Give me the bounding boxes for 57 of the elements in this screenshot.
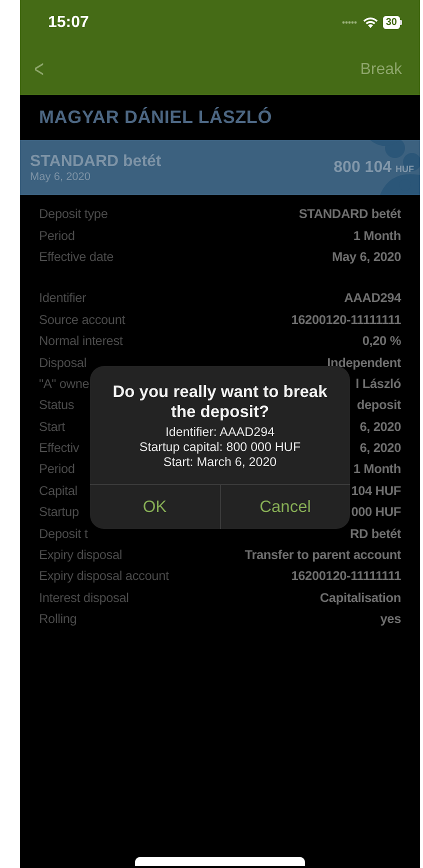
field-value: 16200120-11111111 — [291, 312, 401, 327]
field-label: Status — [39, 397, 74, 412]
field-label: Expiry disposal account — [39, 568, 169, 584]
cancel-button[interactable]: Cancel — [220, 485, 350, 529]
field-value: l László — [356, 376, 401, 391]
field-value: yes — [380, 611, 401, 626]
field-label: Period — [39, 228, 75, 243]
field-label: Effectiv — [39, 440, 80, 456]
field-value: 1 Month — [353, 228, 401, 243]
field-value: 6, 2020 — [360, 418, 401, 434]
field-label: Source account — [39, 312, 126, 327]
field-label: Period — [39, 461, 75, 476]
field-value: Transfer to parent account — [244, 547, 401, 562]
field-value: May 6, 2020 — [332, 248, 401, 264]
break-button[interactable]: Break — [360, 61, 402, 79]
battery-icon: 30 — [382, 16, 402, 29]
deposit-amount: 800 104 — [334, 158, 392, 176]
field-label: Startup — [39, 504, 79, 520]
ok-button[interactable]: OK — [90, 485, 220, 529]
dialog-text: Startup capital: 800 000 HUF — [139, 440, 301, 455]
field-label: Interest disposal — [39, 590, 129, 605]
field-value: 0,20 % — [362, 333, 401, 348]
field-value: AAAD294 — [344, 290, 401, 306]
field-label: Deposit t — [39, 526, 88, 541]
currency-label: HUF — [396, 164, 414, 174]
field-value: 16200120-11111111 — [291, 568, 401, 584]
status-time: 15:07 — [48, 14, 89, 32]
field-label: Effective date — [39, 248, 114, 264]
field-value: RD betét — [350, 526, 401, 541]
field-value: 1 Month — [353, 461, 401, 476]
field-label: Start — [39, 418, 66, 434]
dialog-text: Start: March 6, 2020 — [163, 455, 277, 470]
deposit-date: May 6, 2020 — [30, 170, 92, 182]
field-value: deposit — [356, 397, 401, 412]
field-value: 104 HUF — [351, 482, 401, 498]
field-value: 000 HUF — [351, 504, 401, 520]
field-value: STANDARD betét — [298, 206, 401, 222]
field-value: Independent — [327, 354, 401, 370]
field-value: Capitalisation — [320, 590, 401, 605]
field-label: Deposit type — [39, 206, 108, 222]
field-value: 6, 2020 — [360, 440, 401, 456]
field-label: Normal interest — [39, 333, 123, 348]
back-button[interactable]: < — [34, 56, 44, 84]
field-label: Disposal — [39, 354, 86, 370]
dialog-title: Do you really want to break the deposit? — [112, 382, 328, 422]
deposit-card[interactable]: STANDARD betét May 6, 2020 800 104 HUF — [20, 140, 420, 195]
deposit-name: STANDARD betét — [30, 152, 162, 170]
dialog-text: Identifier: AAAD294 — [165, 425, 275, 440]
field-label: "A" owne — [39, 376, 90, 391]
field-label: Identifier — [39, 290, 86, 306]
owner-name: MAGYAR DÁNIEL LÁSZLÓ — [39, 107, 272, 128]
field-label: Capital — [39, 482, 78, 498]
wifi-icon — [362, 17, 378, 28]
field-label: Expiry disposal — [39, 547, 122, 562]
home-indicator[interactable] — [135, 857, 305, 866]
field-label: Rolling — [39, 611, 77, 626]
signal-icon — [342, 21, 358, 24]
